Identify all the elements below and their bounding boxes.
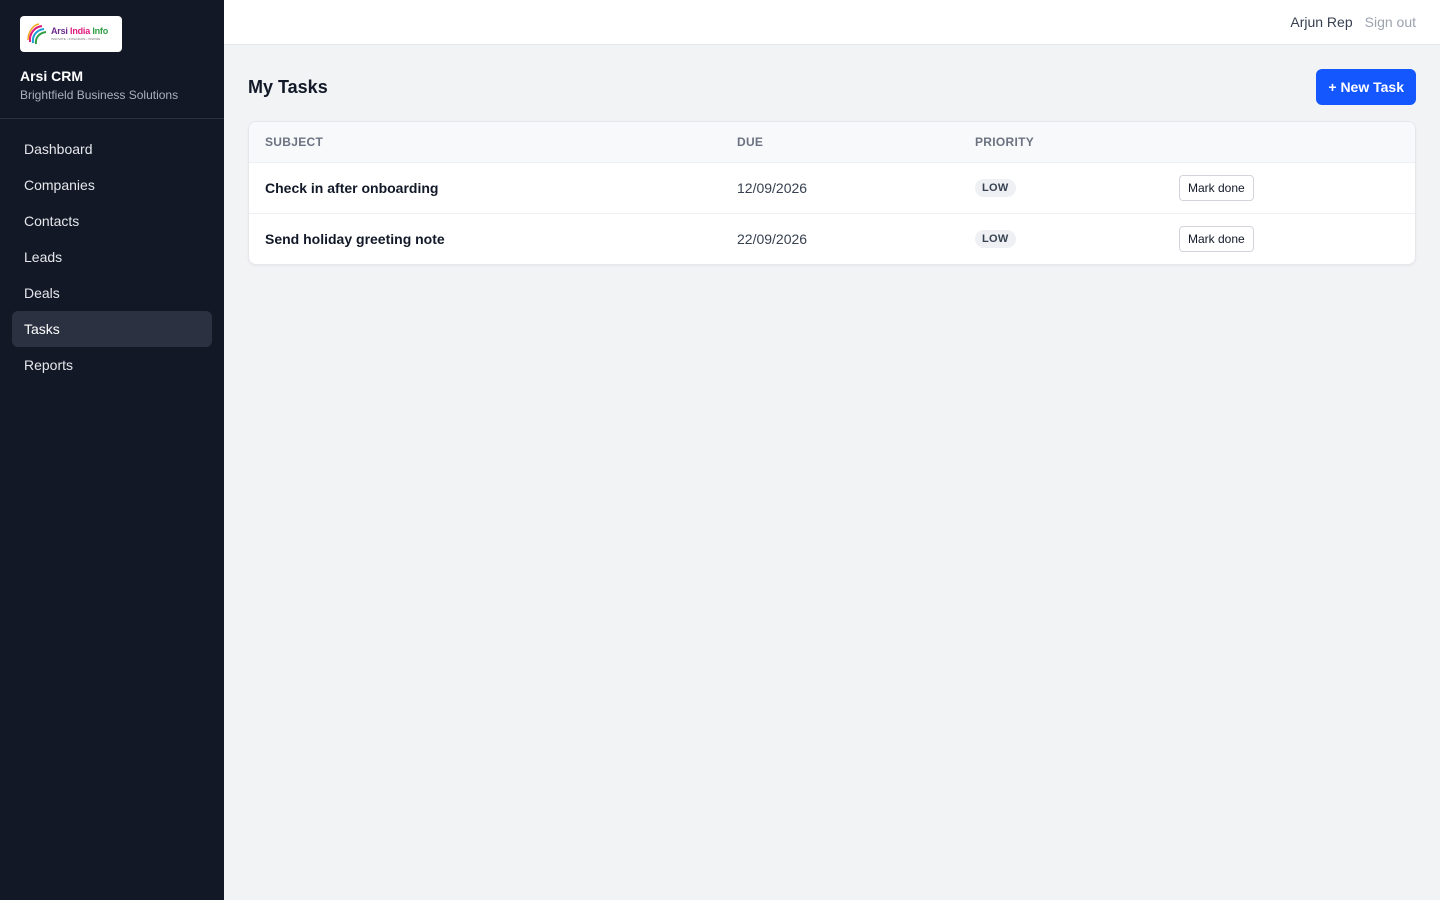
current-user-name: Arjun Rep: [1290, 14, 1353, 30]
sidebar-item-deals[interactable]: Deals: [12, 275, 212, 311]
tasks-table: SUBJECT DUE PRIORITY Check in after onbo…: [249, 122, 1415, 264]
tasks-table-card: SUBJECT DUE PRIORITY Check in after onbo…: [248, 121, 1416, 265]
column-header-priority: PRIORITY: [975, 134, 1035, 149]
sidebar-nav: Dashboard Companies Contacts Leads Deals…: [0, 119, 224, 395]
logo-tagline: INNOVATE • INTEGRATE • INSPIRE: [51, 37, 101, 41]
task-subject: Check in after onboarding: [265, 179, 439, 196]
table-row: Check in after onboarding 12/09/2026 LOW…: [249, 162, 1415, 213]
logo-mark-icon: [27, 23, 47, 45]
sign-out-link[interactable]: Sign out: [1365, 14, 1416, 30]
sidebar-item-dashboard[interactable]: Dashboard: [12, 131, 212, 167]
table-row: Send holiday greeting note 22/09/2026 LO…: [249, 213, 1415, 264]
task-priority-cell: LOW: [959, 213, 1163, 264]
priority-badge: LOW: [975, 230, 1016, 249]
column-header-actions: [1163, 122, 1415, 162]
table-header: SUBJECT DUE PRIORITY: [249, 122, 1415, 162]
page-header: My Tasks + New Task: [248, 45, 1416, 121]
table-header-row: SUBJECT DUE PRIORITY: [249, 122, 1415, 162]
topbar: Arjun Rep Sign out: [224, 0, 1440, 45]
mark-done-button[interactable]: Mark done: [1179, 225, 1254, 252]
org-name: Brightfield Business Solutions: [20, 88, 179, 102]
brand-section: Arsi India Info INNOVATE • INTEGRATE • I…: [0, 0, 224, 119]
page-title: My Tasks: [248, 76, 328, 97]
task-actions-cell: Mark done: [1163, 162, 1415, 213]
sidebar-item-reports[interactable]: Reports: [12, 347, 212, 383]
task-actions-cell: Mark done: [1163, 213, 1415, 264]
main-content: My Tasks + New Task SUBJECT DUE PRIORITY…: [248, 45, 1416, 265]
column-header-subject: SUBJECT: [265, 134, 324, 149]
task-subject: Send holiday greeting note: [265, 230, 445, 247]
column-header-due: DUE: [737, 134, 764, 149]
task-due-date: 22/09/2026: [737, 230, 808, 247]
logo-wordmark: Arsi India Info: [51, 26, 109, 36]
sidebar-item-leads[interactable]: Leads: [12, 239, 212, 275]
mark-done-button[interactable]: Mark done: [1179, 174, 1254, 201]
priority-badge: LOW: [975, 179, 1016, 197]
sidebar: Arsi India Info INNOVATE • INTEGRATE • I…: [0, 0, 224, 900]
sidebar-item-tasks[interactable]: Tasks: [12, 311, 212, 347]
app-name: Arsi CRM: [20, 68, 84, 84]
sidebar-item-contacts[interactable]: Contacts: [12, 203, 212, 239]
task-priority-cell: LOW: [959, 162, 1163, 213]
task-due-date: 12/09/2026: [737, 179, 808, 196]
new-task-button[interactable]: + New Task: [1316, 69, 1416, 105]
company-logo[interactable]: Arsi India Info INNOVATE • INTEGRATE • I…: [20, 16, 122, 52]
table-body: Check in after onboarding 12/09/2026 LOW…: [249, 162, 1415, 264]
sidebar-item-companies[interactable]: Companies: [12, 167, 212, 203]
